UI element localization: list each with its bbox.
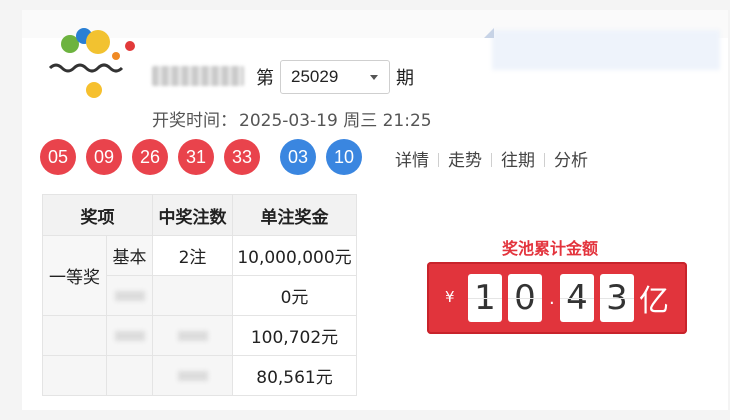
col-header-count: 中奖注数 bbox=[152, 194, 233, 236]
level-cell bbox=[42, 315, 107, 356]
table-row: 100,702元 bbox=[42, 315, 357, 356]
sub-level-cell bbox=[106, 315, 153, 356]
link-divider bbox=[491, 153, 492, 167]
link-history[interactable]: 往期 bbox=[501, 151, 535, 171]
table-row: 一等奖 基本 2注 10,000,000元 bbox=[42, 235, 357, 316]
sub-level-cell bbox=[106, 275, 153, 316]
amount-cell: 0元 bbox=[232, 275, 357, 316]
blue-ball: 10 bbox=[326, 139, 362, 175]
pool-digit: 3 bbox=[600, 274, 634, 322]
table-header-row: 奖项 中奖注数 单注奖金 bbox=[42, 194, 357, 236]
draw-time: 开奖时间： 2025-03-19 周三 21:25 bbox=[152, 106, 432, 131]
red-ball: 05 bbox=[40, 139, 76, 175]
corner-triangle bbox=[484, 28, 494, 38]
link-divider bbox=[438, 153, 439, 167]
draw-time-label: 开奖时间： bbox=[152, 111, 237, 131]
issue-number: 25029 bbox=[291, 67, 339, 86]
table-row: 80,561元 bbox=[42, 355, 357, 396]
amount-cell: 100,702元 bbox=[232, 315, 357, 356]
pool-digit: 0 bbox=[508, 274, 542, 322]
issue-select[interactable]: 25029 bbox=[280, 60, 390, 94]
level-cell bbox=[42, 355, 107, 396]
pool-amount-box: ¥ 1 0 . 4 3 亿 bbox=[427, 262, 687, 334]
pool-digit: 1 bbox=[468, 274, 502, 322]
lottery-logo bbox=[48, 28, 135, 98]
banner-placeholder bbox=[492, 30, 720, 70]
red-ball: 09 bbox=[86, 139, 122, 175]
issue-prefix: 第 bbox=[256, 68, 274, 89]
draw-time-value: 2025-03-19 周三 21:25 bbox=[239, 111, 432, 131]
count-cell: 2注 bbox=[152, 235, 233, 276]
red-ball: 26 bbox=[132, 139, 168, 175]
link-trend[interactable]: 走势 bbox=[448, 151, 482, 171]
currency-symbol: ¥ bbox=[445, 288, 455, 306]
lottery-name bbox=[152, 66, 244, 86]
pool-unit: 亿 bbox=[639, 284, 669, 319]
count-cell bbox=[152, 275, 233, 316]
chevron-down-icon bbox=[370, 75, 378, 80]
link-divider bbox=[544, 153, 545, 167]
link-details[interactable]: 详情 bbox=[395, 151, 429, 171]
link-analysis[interactable]: 分析 bbox=[554, 151, 588, 171]
count-cell bbox=[152, 315, 233, 356]
issue-suffix: 期 bbox=[396, 68, 414, 89]
count-cell bbox=[152, 355, 233, 396]
sub-level-cell bbox=[106, 355, 153, 396]
detail-links: 详情 走势 往期 分析 bbox=[394, 146, 589, 171]
pool-decimal-point: . bbox=[549, 288, 555, 309]
red-ball: 33 bbox=[224, 139, 260, 175]
sub-level-cell: 基本 bbox=[106, 235, 153, 276]
pool-title: 奖池累计金额 bbox=[502, 239, 599, 258]
amount-cell: 10,000,000元 bbox=[232, 235, 357, 276]
amount-cell: 80,561元 bbox=[232, 355, 357, 396]
prize-table: 奖项 中奖注数 单注奖金 一等奖 基本 2注 10,000,000元 0元 10… bbox=[42, 194, 357, 396]
col-header-amount: 单注奖金 bbox=[232, 194, 357, 236]
level-cell: 一等奖 bbox=[42, 235, 107, 316]
blue-ball: 03 bbox=[280, 139, 316, 175]
pool-digit: 4 bbox=[560, 274, 594, 322]
red-ball: 31 bbox=[178, 139, 214, 175]
col-header-level: 奖项 bbox=[42, 194, 153, 236]
